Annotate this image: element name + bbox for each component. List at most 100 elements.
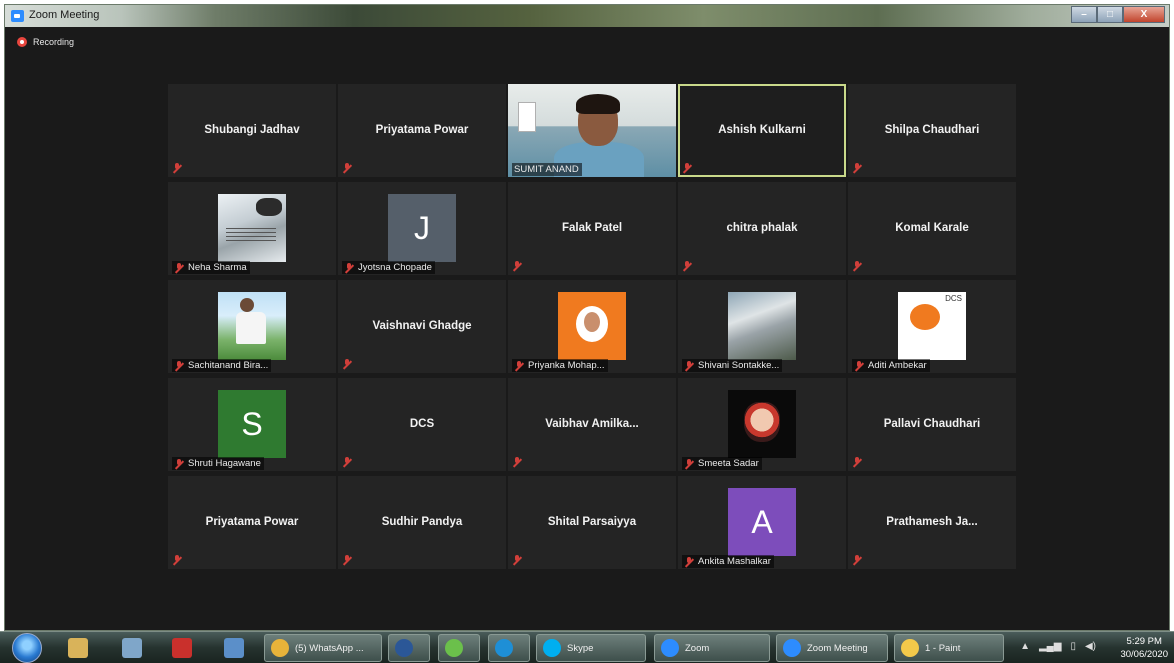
muted-mic-icon	[854, 360, 864, 371]
participant-tile[interactable]: Sudhir Pandya	[338, 476, 506, 569]
muted-mic-icon	[342, 163, 352, 173]
taskbar-word-button[interactable]	[388, 634, 430, 662]
window-controls: – □ X	[1071, 6, 1165, 23]
skype-icon	[543, 639, 561, 657]
taskbar-label: Zoom Meeting	[807, 642, 868, 654]
taskbar-edge-button[interactable]	[488, 634, 530, 662]
name-label: Ankita Mashalkar	[682, 555, 774, 568]
participant-tile[interactable]: Falak Patel	[508, 182, 676, 275]
paint-icon	[901, 639, 919, 657]
system-tray: ▲ ▂▄▆ ▯ ◀)	[1020, 641, 1096, 652]
muted-mic-icon	[684, 556, 694, 567]
participant-name: Shubangi Jadhav	[204, 124, 300, 136]
participant-tile[interactable]: DCS	[338, 378, 506, 471]
muted-mic-icon	[514, 360, 524, 371]
clock-date: 30/06/2020	[1120, 649, 1168, 660]
participant-tile[interactable]: chitra phalak	[678, 182, 846, 275]
window-title: Zoom Meeting	[29, 9, 100, 21]
participant-name: DCS	[409, 418, 435, 430]
participant-tile[interactable]: Priyatama Powar	[338, 84, 506, 177]
taskbar-paint-button[interactable]: 1 - Paint	[894, 634, 1004, 662]
participant-name: Ankita Mashalkar	[698, 556, 771, 567]
explorer-icon[interactable]	[68, 638, 88, 658]
muted-mic-icon	[852, 457, 862, 467]
participant-name: Falak Patel	[561, 222, 623, 234]
taskbar-label: 1 - Paint	[925, 642, 961, 654]
muted-mic-icon	[172, 555, 182, 565]
participant-tile[interactable]: SUMIT ANAND	[508, 84, 676, 177]
muted-mic-icon	[512, 555, 522, 565]
word-icon	[395, 639, 413, 657]
participant-tile[interactable]: Neha Sharma	[168, 182, 336, 275]
notepad-icon[interactable]	[224, 638, 244, 658]
participant-tile[interactable]: Prathamesh Ja...	[848, 476, 1016, 569]
muted-mic-icon	[344, 262, 354, 273]
battery-icon[interactable]: ▯	[1070, 641, 1076, 652]
network-signal-icon[interactable]: ▂▄▆	[1039, 641, 1061, 652]
avatar: A	[728, 488, 796, 556]
participant-tile[interactable]: Aditi Ambekar	[848, 280, 1016, 373]
close-button[interactable]: X	[1123, 6, 1165, 23]
participant-tile[interactable]: J Jyotsna Chopade	[338, 182, 506, 275]
taskbar-chrome-button[interactable]: (5) WhatsApp ...	[264, 634, 382, 662]
chrome-icon	[271, 639, 289, 657]
taskbar-label: (5) WhatsApp ...	[295, 642, 364, 654]
acrobat-icon[interactable]	[172, 638, 192, 658]
muted-mic-icon	[342, 555, 352, 565]
zoom-meeting-icon	[783, 639, 801, 657]
show-hidden-icons-icon[interactable]: ▲	[1020, 641, 1030, 652]
recording-icon	[17, 37, 27, 47]
participant-tile[interactable]: Ashish Kulkarni	[678, 84, 846, 177]
participant-name: Aditi Ambekar	[868, 360, 927, 371]
name-label: Aditi Ambekar	[852, 359, 930, 372]
participant-tile[interactable]: Vaishnavi Ghadge	[338, 280, 506, 373]
edge-icon	[495, 639, 513, 657]
participant-name: Jyotsna Chopade	[358, 262, 432, 273]
muted-mic-icon	[682, 261, 692, 271]
avatar: S	[218, 390, 286, 458]
muted-mic-icon	[172, 163, 182, 173]
participant-name: Shilpa Chaudhari	[884, 124, 980, 136]
participant-tile[interactable]: Shilpa Chaudhari	[848, 84, 1016, 177]
participant-tile[interactable]: Priyatama Powar	[168, 476, 336, 569]
participant-tile[interactable]: Sachitanand Bira...	[168, 280, 336, 373]
participant-name: Pallavi Chaudhari	[883, 418, 981, 430]
participant-tile[interactable]: S Shruti Hagawane	[168, 378, 336, 471]
participant-name: Shital Parsaiyya	[547, 516, 637, 528]
clock[interactable]: 5:29 PM 30/06/2020	[1120, 635, 1168, 661]
start-button[interactable]	[12, 633, 42, 663]
participant-tile[interactable]: Priyanka Mohap...	[508, 280, 676, 373]
participant-tile[interactable]: Vaibhav Amilka...	[508, 378, 676, 471]
calculator-icon[interactable]	[122, 638, 142, 658]
muted-mic-icon	[512, 261, 522, 271]
participant-tile[interactable]: A Ankita Mashalkar	[678, 476, 846, 569]
participant-tile[interactable]: Smeeta Sadar	[678, 378, 846, 471]
maximize-button[interactable]: □	[1097, 6, 1123, 23]
participant-tile[interactable]: Pallavi Chaudhari	[848, 378, 1016, 471]
participant-tile[interactable]: Komal Karale	[848, 182, 1016, 275]
recording-indicator[interactable]: Recording	[17, 37, 74, 47]
name-label: Jyotsna Chopade	[342, 261, 435, 274]
app-icon	[445, 639, 463, 657]
participant-tile[interactable]: Shivani Sontakke...	[678, 280, 846, 373]
avatar: J	[388, 194, 456, 262]
profile-picture	[218, 194, 286, 262]
taskbar-zoom-meeting-button[interactable]: Zoom Meeting	[776, 634, 888, 662]
participant-name: SUMIT ANAND	[514, 164, 579, 175]
recording-label: Recording	[33, 37, 75, 47]
taskbar-skype-button[interactable]: Skype	[536, 634, 646, 662]
participant-gallery: Shubangi Jadhav Priyatama Powar SUMIT ANAN…	[168, 84, 1016, 569]
muted-mic-icon	[174, 458, 184, 469]
taskbar-app-button[interactable]	[438, 634, 480, 662]
minimize-button[interactable]: –	[1071, 6, 1097, 23]
taskbar-zoom-button[interactable]: Zoom	[654, 634, 770, 662]
participant-tile[interactable]: Shubangi Jadhav	[168, 84, 336, 177]
profile-picture	[218, 292, 286, 360]
participant-name: Priyatama Powar	[205, 516, 299, 528]
volume-icon[interactable]: ◀)	[1085, 641, 1096, 652]
muted-mic-icon	[852, 261, 862, 271]
participant-name: Sachitanand Bira...	[188, 360, 269, 371]
participant-tile[interactable]: Shital Parsaiyya	[508, 476, 676, 569]
title-bar[interactable]: Zoom Meeting – □ X	[5, 5, 1169, 27]
participant-name: chitra phalak	[726, 222, 798, 234]
